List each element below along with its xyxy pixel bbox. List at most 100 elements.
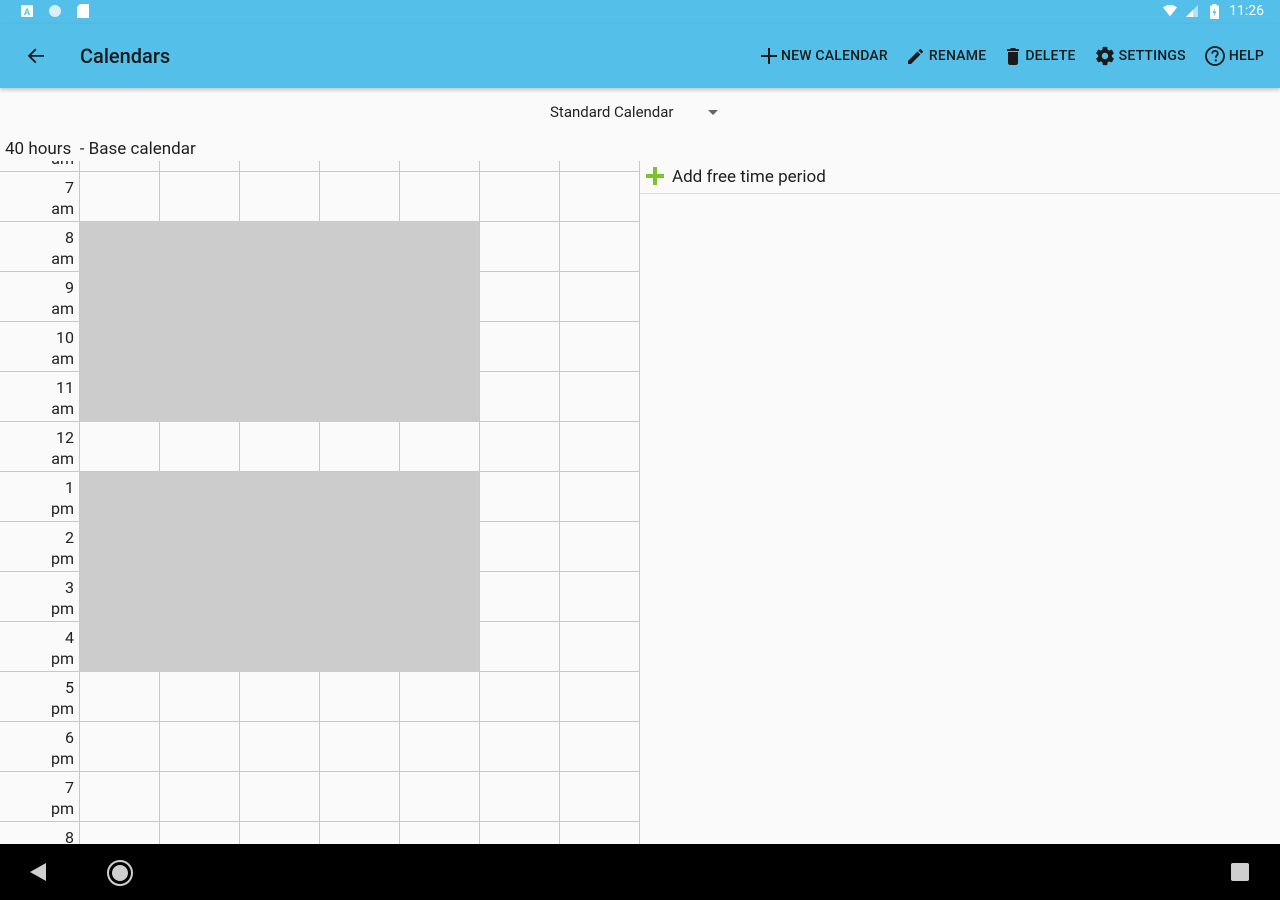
- time-cell[interactable]: [400, 472, 480, 523]
- time-cell[interactable]: [560, 722, 639, 772]
- time-cell[interactable]: [160, 172, 240, 222]
- time-cell[interactable]: [320, 572, 400, 623]
- time-cell[interactable]: [560, 472, 639, 522]
- time-cell[interactable]: [560, 222, 639, 272]
- time-cell[interactable]: [240, 161, 320, 172]
- time-cell[interactable]: [560, 622, 639, 672]
- time-cell[interactable]: [400, 772, 480, 822]
- time-cell[interactable]: [320, 822, 400, 844]
- nav-home-icon[interactable]: [107, 860, 133, 886]
- settings-button[interactable]: SETTINGS: [1094, 43, 1186, 69]
- time-cell[interactable]: [240, 772, 320, 822]
- time-cell[interactable]: [480, 472, 560, 522]
- nav-recents-icon[interactable]: [1231, 863, 1249, 881]
- time-cell[interactable]: [400, 222, 480, 273]
- time-cell[interactable]: [480, 372, 560, 422]
- time-cell[interactable]: [560, 772, 639, 822]
- time-cell[interactable]: [240, 322, 320, 373]
- time-cell[interactable]: [160, 622, 240, 672]
- time-cell[interactable]: [480, 572, 560, 622]
- time-cell[interactable]: [80, 572, 160, 623]
- time-cell[interactable]: [240, 572, 320, 623]
- time-cell[interactable]: [480, 772, 560, 822]
- time-cell[interactable]: [160, 372, 240, 422]
- time-cell[interactable]: [240, 522, 320, 573]
- time-cell[interactable]: [320, 161, 400, 172]
- time-cell[interactable]: [160, 522, 240, 573]
- rename-button[interactable]: RENAME: [906, 43, 986, 69]
- time-cell[interactable]: [560, 172, 639, 222]
- time-cell[interactable]: [400, 672, 480, 722]
- time-cell[interactable]: [160, 672, 240, 722]
- time-cell[interactable]: [160, 422, 240, 472]
- time-cell[interactable]: [400, 161, 480, 172]
- calendar-select[interactable]: Standard Calendar: [540, 96, 730, 128]
- time-cell[interactable]: [400, 422, 480, 472]
- time-cell[interactable]: [320, 372, 400, 422]
- time-cell[interactable]: [320, 272, 400, 323]
- time-cell[interactable]: [320, 772, 400, 822]
- time-cell[interactable]: [160, 772, 240, 822]
- time-cell[interactable]: [480, 822, 560, 844]
- time-cell[interactable]: [240, 172, 320, 222]
- time-cell[interactable]: [160, 322, 240, 373]
- time-cell[interactable]: [80, 672, 160, 722]
- time-cell[interactable]: [320, 322, 400, 373]
- time-cell[interactable]: [560, 161, 639, 172]
- time-cell[interactable]: [80, 722, 160, 772]
- time-cell[interactable]: [480, 722, 560, 772]
- time-cell[interactable]: [400, 622, 480, 672]
- time-cell[interactable]: [560, 322, 639, 372]
- time-cell[interactable]: [80, 322, 160, 373]
- nav-back-icon[interactable]: [30, 863, 46, 881]
- time-cell[interactable]: [560, 272, 639, 322]
- week-grid[interactable]: 6am7am8am9am10am11am12am1pm2pm3pm4pm5pm6…: [0, 161, 640, 844]
- time-cell[interactable]: [400, 372, 480, 422]
- time-cell[interactable]: [560, 672, 639, 722]
- back-button[interactable]: [22, 42, 50, 70]
- time-cell[interactable]: [560, 422, 639, 472]
- time-cell[interactable]: [400, 272, 480, 323]
- time-cell[interactable]: [560, 522, 639, 572]
- time-cell[interactable]: [480, 672, 560, 722]
- time-cell[interactable]: [400, 822, 480, 844]
- time-cell[interactable]: [240, 672, 320, 722]
- time-cell[interactable]: [240, 722, 320, 772]
- help-button[interactable]: HELP: [1204, 43, 1264, 69]
- time-cell[interactable]: [480, 622, 560, 672]
- time-cell[interactable]: [240, 222, 320, 273]
- time-cell[interactable]: [400, 172, 480, 222]
- time-cell[interactable]: [240, 622, 320, 672]
- time-cell[interactable]: [400, 572, 480, 623]
- time-cell[interactable]: [560, 372, 639, 422]
- time-cell[interactable]: [320, 422, 400, 472]
- time-cell[interactable]: [160, 822, 240, 844]
- time-cell[interactable]: [80, 822, 160, 844]
- time-cell[interactable]: [320, 672, 400, 722]
- time-cell[interactable]: [80, 222, 160, 273]
- new-calendar-button[interactable]: NEW CALENDAR: [760, 43, 888, 69]
- time-cell[interactable]: [160, 222, 240, 273]
- time-cell[interactable]: [560, 572, 639, 622]
- time-cell[interactable]: [80, 172, 160, 222]
- time-cell[interactable]: [480, 522, 560, 572]
- time-cell[interactable]: [320, 522, 400, 573]
- time-cell[interactable]: [480, 161, 560, 172]
- time-cell[interactable]: [80, 472, 160, 523]
- time-cell[interactable]: [160, 572, 240, 623]
- time-cell[interactable]: [160, 161, 240, 172]
- time-cell[interactable]: [320, 722, 400, 772]
- add-free-time-period-button[interactable]: Add free time period: [640, 161, 1280, 194]
- time-cell[interactable]: [320, 472, 400, 523]
- time-cell[interactable]: [240, 822, 320, 844]
- time-cell[interactable]: [80, 622, 160, 672]
- time-cell[interactable]: [80, 372, 160, 422]
- time-cell[interactable]: [240, 422, 320, 472]
- time-cell[interactable]: [320, 172, 400, 222]
- time-cell[interactable]: [480, 272, 560, 322]
- time-cell[interactable]: [480, 322, 560, 372]
- delete-button[interactable]: DELETE: [1004, 43, 1075, 69]
- time-cell[interactable]: [400, 722, 480, 772]
- time-cell[interactable]: [400, 322, 480, 373]
- time-cell[interactable]: [80, 272, 160, 323]
